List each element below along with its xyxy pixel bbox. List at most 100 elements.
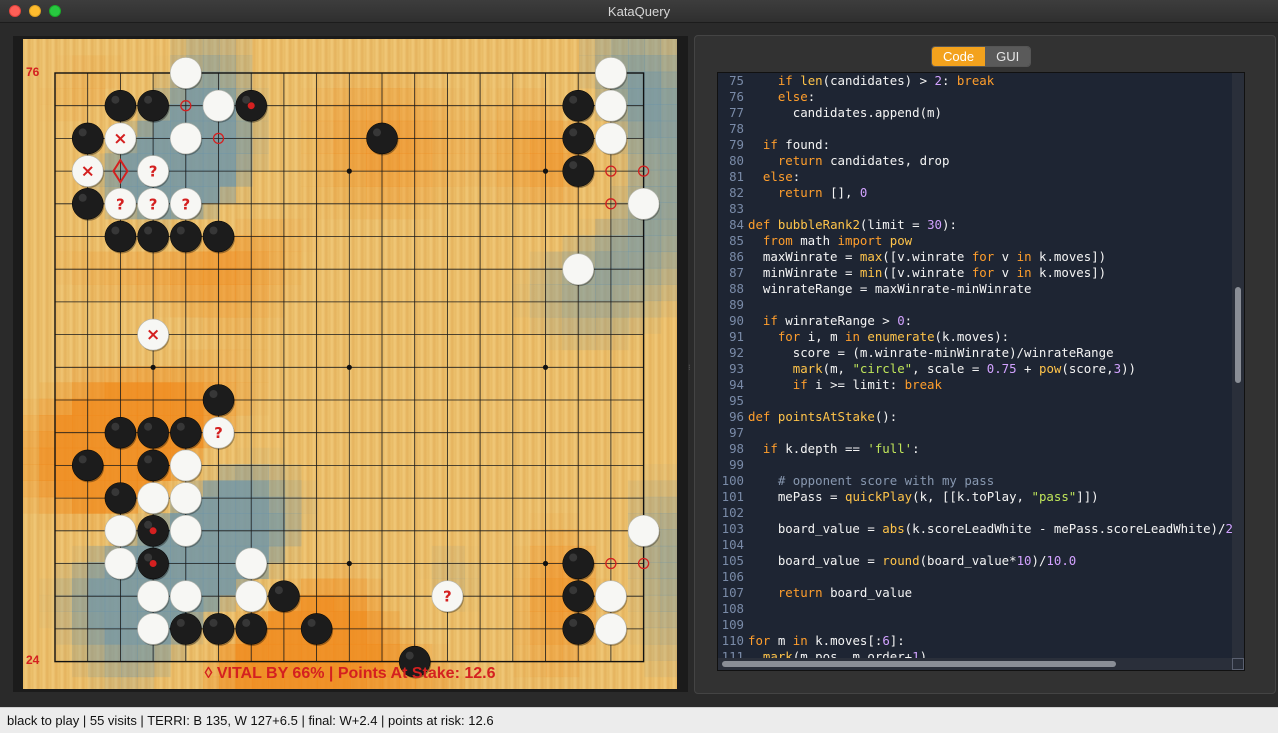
black-stone[interactable] <box>202 220 235 253</box>
black-stone[interactable] <box>71 122 104 155</box>
white-stone[interactable] <box>170 580 202 613</box>
white-stone[interactable] <box>170 122 202 155</box>
code-line[interactable]: 99 <box>718 457 1234 473</box>
black-stone[interactable] <box>137 220 169 253</box>
black-stone[interactable] <box>104 89 137 122</box>
code-line[interactable]: 86 maxWinrate = max([v.winrate for v in … <box>718 249 1234 265</box>
white-stone[interactable] <box>627 188 660 220</box>
white-stone[interactable] <box>170 514 202 547</box>
code-line[interactable]: 79 if found: <box>718 137 1234 153</box>
black-stone[interactable] <box>235 613 267 645</box>
white-stone[interactable] <box>137 580 169 613</box>
code-line[interactable]: 85 from math import pow <box>718 233 1234 249</box>
black-stone[interactable] <box>137 416 169 449</box>
code-line[interactable]: 95 <box>718 393 1234 409</box>
code-line[interactable]: 75 if len(candidates) > 2: break <box>718 73 1234 89</box>
code-line[interactable]: 97 <box>718 425 1234 441</box>
black-stone[interactable] <box>562 613 594 645</box>
white-stone[interactable] <box>170 482 202 514</box>
code-line[interactable]: 78 <box>718 121 1234 137</box>
black-stone[interactable] <box>170 220 202 253</box>
horizontal-scrollbar[interactable] <box>718 658 1234 670</box>
white-stone[interactable] <box>595 57 627 89</box>
code-line[interactable]: 105 board_value = round(board_value*10)/… <box>718 553 1234 569</box>
black-stone[interactable] <box>170 416 202 449</box>
code-area[interactable]: 75 if len(candidates) > 2: break 76 else:… <box>718 73 1234 658</box>
white-stone[interactable] <box>627 514 660 547</box>
black-stone[interactable] <box>137 89 169 122</box>
code-line[interactable]: 101 mePass = quickPlay(k, [[k.toPlay, "p… <box>718 489 1234 505</box>
black-stone[interactable] <box>202 613 235 645</box>
white-stone[interactable] <box>562 253 595 285</box>
code-line[interactable]: 90 if winrateRange > 0: <box>718 313 1234 329</box>
code-line[interactable]: 106 <box>718 569 1234 585</box>
board-canvas[interactable]: × ×??? ? ×?? <box>23 39 677 689</box>
code-line[interactable]: 91 for i, m in enumerate(k.moves): <box>718 329 1234 345</box>
black-stone[interactable] <box>268 580 300 612</box>
territory-cell <box>448 169 465 187</box>
code-line[interactable]: 81 else: <box>718 169 1234 185</box>
code-line[interactable]: 98 if k.depth == 'full': <box>718 441 1234 457</box>
resize-corner[interactable] <box>1232 658 1244 670</box>
code-line[interactable]: 77 candidates.append(m) <box>718 105 1234 121</box>
black-stone[interactable] <box>562 89 594 122</box>
split-handle[interactable]: ⁝ <box>688 363 693 372</box>
code-line[interactable]: 93 mark(m, "circle", scale = 0.75 + pow(… <box>718 361 1234 377</box>
code-line[interactable]: 84 def bubbleRank2(limit = 30): <box>718 217 1234 233</box>
black-stone[interactable] <box>104 482 137 514</box>
white-stone[interactable] <box>170 449 202 482</box>
horizontal-scroll-thumb[interactable] <box>722 661 1116 667</box>
code-line[interactable]: 82 return [], 0 <box>718 185 1234 201</box>
black-stone[interactable] <box>366 122 398 155</box>
white-stone[interactable] <box>595 122 627 155</box>
black-stone[interactable] <box>137 449 169 482</box>
white-stone[interactable] <box>137 613 169 645</box>
code-line[interactable]: 107 return board_value <box>718 585 1234 601</box>
code-line[interactable]: 102 <box>718 505 1234 521</box>
code-line[interactable]: 83 <box>718 201 1234 217</box>
code-editor[interactable]: 75 if len(candidates) > 2: break 76 else:… <box>717 72 1245 671</box>
black-stone[interactable] <box>104 416 137 449</box>
black-stone[interactable] <box>562 155 594 187</box>
tab-gui[interactable]: GUI <box>985 47 1031 66</box>
code-line[interactable]: 110 for m in k.moves[:6]: <box>718 633 1234 649</box>
white-stone[interactable] <box>595 580 627 613</box>
black-stone[interactable] <box>104 220 137 253</box>
black-stone[interactable] <box>202 384 235 416</box>
black-stone[interactable] <box>300 613 333 645</box>
tab-code[interactable]: Code <box>932 47 986 66</box>
white-stone[interactable] <box>137 482 169 514</box>
code-line[interactable]: 108 <box>718 601 1234 617</box>
white-stone[interactable] <box>595 89 627 122</box>
code-line[interactable]: 103 board_value = abs(k.scoreLeadWhite -… <box>718 521 1234 537</box>
black-stone[interactable] <box>71 188 104 220</box>
territory-cell <box>235 55 253 73</box>
code-line[interactable]: 80 return candidates, drop <box>718 153 1234 169</box>
white-stone[interactable] <box>104 514 137 547</box>
code-line[interactable]: 96 def pointsAtStake(): <box>718 409 1234 425</box>
white-stone[interactable] <box>202 89 235 122</box>
go-board[interactable]: × ×???? ×?? 76 24 ◊ VITAL BY 66% | Points … <box>23 39 677 689</box>
black-stone[interactable] <box>562 122 594 155</box>
code-line[interactable]: 92 score = (m.winrate-minWinrate)/winrat… <box>718 345 1234 361</box>
white-stone[interactable] <box>104 547 137 580</box>
code-line[interactable]: 88 winrateRange = maxWinrate-minWinrate <box>718 281 1234 297</box>
white-stone[interactable] <box>235 547 267 580</box>
white-stone[interactable] <box>235 580 267 613</box>
code-line[interactable]: 111 mark(m.pos, m.order+1) <box>718 649 1234 658</box>
code-line[interactable]: 109 <box>718 617 1234 633</box>
black-stone[interactable] <box>71 449 104 482</box>
code-line[interactable]: 76 else: <box>718 89 1234 105</box>
code-line[interactable]: 89 <box>718 297 1234 313</box>
vertical-scroll-thumb[interactable] <box>1235 287 1241 383</box>
code-line[interactable]: 94 if i >= limit: break <box>718 377 1234 393</box>
white-stone[interactable] <box>170 57 202 89</box>
black-stone[interactable] <box>562 547 594 580</box>
white-stone[interactable] <box>595 613 627 645</box>
code-line[interactable]: 104 <box>718 537 1234 553</box>
black-stone[interactable] <box>170 613 202 645</box>
code-line[interactable]: 100 # opponent score with my pass <box>718 473 1234 489</box>
code-line[interactable]: 87 minWinrate = min([v.winrate for v in … <box>718 265 1234 281</box>
black-stone[interactable] <box>562 580 594 612</box>
vertical-scrollbar[interactable] <box>1232 73 1244 658</box>
